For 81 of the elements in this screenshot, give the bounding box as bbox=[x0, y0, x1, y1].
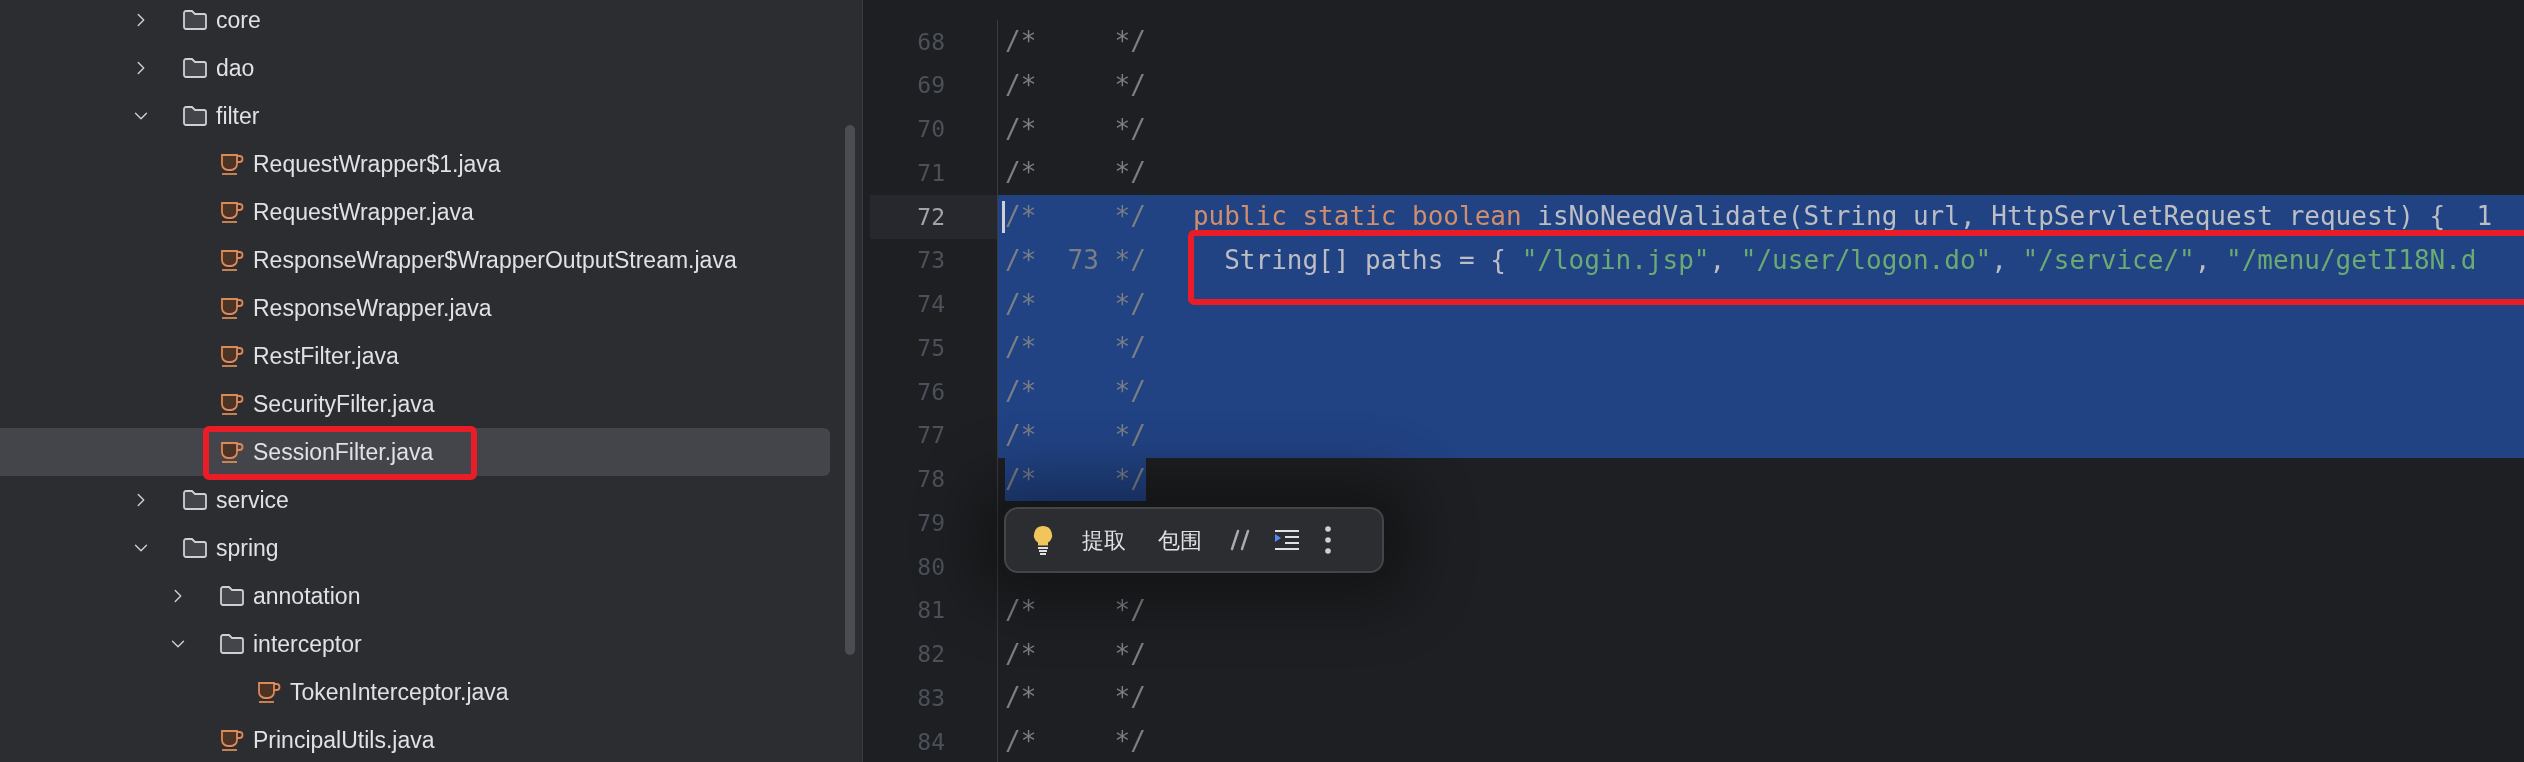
folder-icon bbox=[219, 633, 245, 655]
cup-icon bbox=[219, 200, 245, 224]
tree-label: SecurityFilter.java bbox=[253, 389, 435, 419]
line-comment: /* */ bbox=[1005, 593, 1146, 627]
tree-label: RequestWrapper$1.java bbox=[253, 149, 501, 179]
code-token: , bbox=[2194, 244, 2212, 275]
popup-action[interactable]: 提取 bbox=[1078, 523, 1130, 557]
tree-item[interactable]: ResponseWrapper.java bbox=[0, 284, 830, 332]
folder-icon bbox=[182, 105, 208, 127]
tree-label: ResponseWrapper$WrapperOutputStream.java bbox=[253, 245, 737, 275]
tree-item[interactable]: TokenInterceptor.java bbox=[0, 668, 830, 716]
cup-icon bbox=[219, 296, 245, 320]
line-comment: /* */ bbox=[1005, 457, 1146, 502]
caret bbox=[1002, 200, 1005, 233]
code-token: , bbox=[1709, 244, 1727, 275]
cup-icon bbox=[219, 344, 245, 368]
line-comment: /* */ bbox=[1005, 156, 1146, 190]
tree-item[interactable]: RequestWrapper$1.java bbox=[0, 140, 830, 188]
code-token: "/service/" bbox=[2022, 244, 2195, 275]
folder-icon bbox=[182, 57, 208, 79]
tree-label: RestFilter.java bbox=[253, 341, 399, 371]
line-comment: /* */ bbox=[1005, 375, 1146, 408]
cup-icon bbox=[219, 152, 245, 176]
tree-item[interactable]: core bbox=[0, 0, 830, 44]
cup-icon bbox=[219, 440, 245, 464]
line-comment: /* */ bbox=[1005, 200, 1146, 233]
more-icon[interactable] bbox=[1324, 525, 1332, 555]
tree-item[interactable]: annotation bbox=[0, 572, 830, 620]
line-comment: /* */ bbox=[1005, 287, 1146, 321]
cup-icon bbox=[219, 392, 245, 416]
folder-icon bbox=[219, 585, 245, 607]
line-comment: /* */ bbox=[1005, 68, 1146, 102]
folder-icon bbox=[182, 9, 208, 31]
tree-label: PrincipalUtils.java bbox=[253, 725, 435, 755]
line-comment: /* 73 */ bbox=[1005, 243, 1146, 277]
tree-item[interactable]: PrincipalUtils.java bbox=[0, 716, 830, 762]
tree-label: service bbox=[216, 485, 289, 515]
tree-item[interactable]: dao bbox=[0, 44, 830, 92]
lightbulb-icon[interactable] bbox=[1032, 525, 1054, 555]
code-token: "/login.jsp" bbox=[1521, 244, 1710, 275]
code-token: isNoNeedValidate(String url, HttpServletRequest request) { 1 bbox=[1536, 201, 2493, 231]
code-token: public static boolean bbox=[1192, 201, 1522, 231]
folder-icon bbox=[182, 489, 208, 511]
cup-icon bbox=[219, 728, 245, 752]
line-number: 72 bbox=[917, 202, 945, 232]
line-comment: /* */ bbox=[1005, 681, 1146, 715]
folder-icon bbox=[182, 537, 208, 559]
tree-label: annotation bbox=[253, 581, 361, 611]
tree-label: ResponseWrapper.java bbox=[253, 293, 492, 323]
double-slash-icon[interactable] bbox=[1230, 529, 1250, 551]
cup-icon bbox=[219, 248, 245, 272]
tree-label: interceptor bbox=[253, 629, 362, 659]
code-token: "/menu/getI18N.d bbox=[2226, 244, 2477, 275]
tree-item[interactable]: RestFilter.java bbox=[0, 332, 830, 380]
tree-label: TokenInterceptor.java bbox=[290, 677, 509, 707]
scrollbar[interactable] bbox=[845, 125, 855, 655]
tree-item[interactable]: ResponseWrapper$WrapperOutputStream.java bbox=[0, 236, 830, 284]
line-comment: /* */ bbox=[1005, 418, 1146, 452]
tree-item[interactable]: interceptor bbox=[0, 620, 830, 668]
popup-action[interactable]: 包围 bbox=[1154, 523, 1206, 557]
cup-icon bbox=[256, 680, 282, 704]
line-comment: /* */ bbox=[1005, 112, 1146, 146]
tree-item[interactable]: filter bbox=[0, 92, 830, 140]
line-comment: /* */ bbox=[1005, 331, 1146, 365]
tree-label: SessionFilter.java bbox=[253, 437, 434, 467]
tree-label: spring bbox=[216, 533, 279, 563]
tree-item[interactable]: RequestWrapper.java bbox=[0, 188, 830, 236]
tree-item[interactable]: spring bbox=[0, 524, 830, 572]
tree-label: RequestWrapper.java bbox=[253, 197, 474, 227]
code-token: , bbox=[1991, 244, 2008, 275]
tree-label: core bbox=[216, 5, 261, 35]
code-token: String[] paths = { bbox=[1223, 244, 1507, 275]
line-comment: /* */ bbox=[1005, 637, 1146, 671]
tree-label: filter bbox=[216, 101, 260, 131]
tree-item[interactable]: service bbox=[0, 476, 830, 524]
indent-icon[interactable] bbox=[1274, 529, 1300, 551]
code-token: "/user/logon.do" bbox=[1740, 244, 1992, 275]
line-comment: /* */ bbox=[1005, 25, 1146, 58]
tree-label: dao bbox=[216, 53, 255, 83]
line-comment: /* */ bbox=[1005, 725, 1146, 758]
tree-item[interactable]: SecurityFilter.java bbox=[0, 380, 830, 428]
